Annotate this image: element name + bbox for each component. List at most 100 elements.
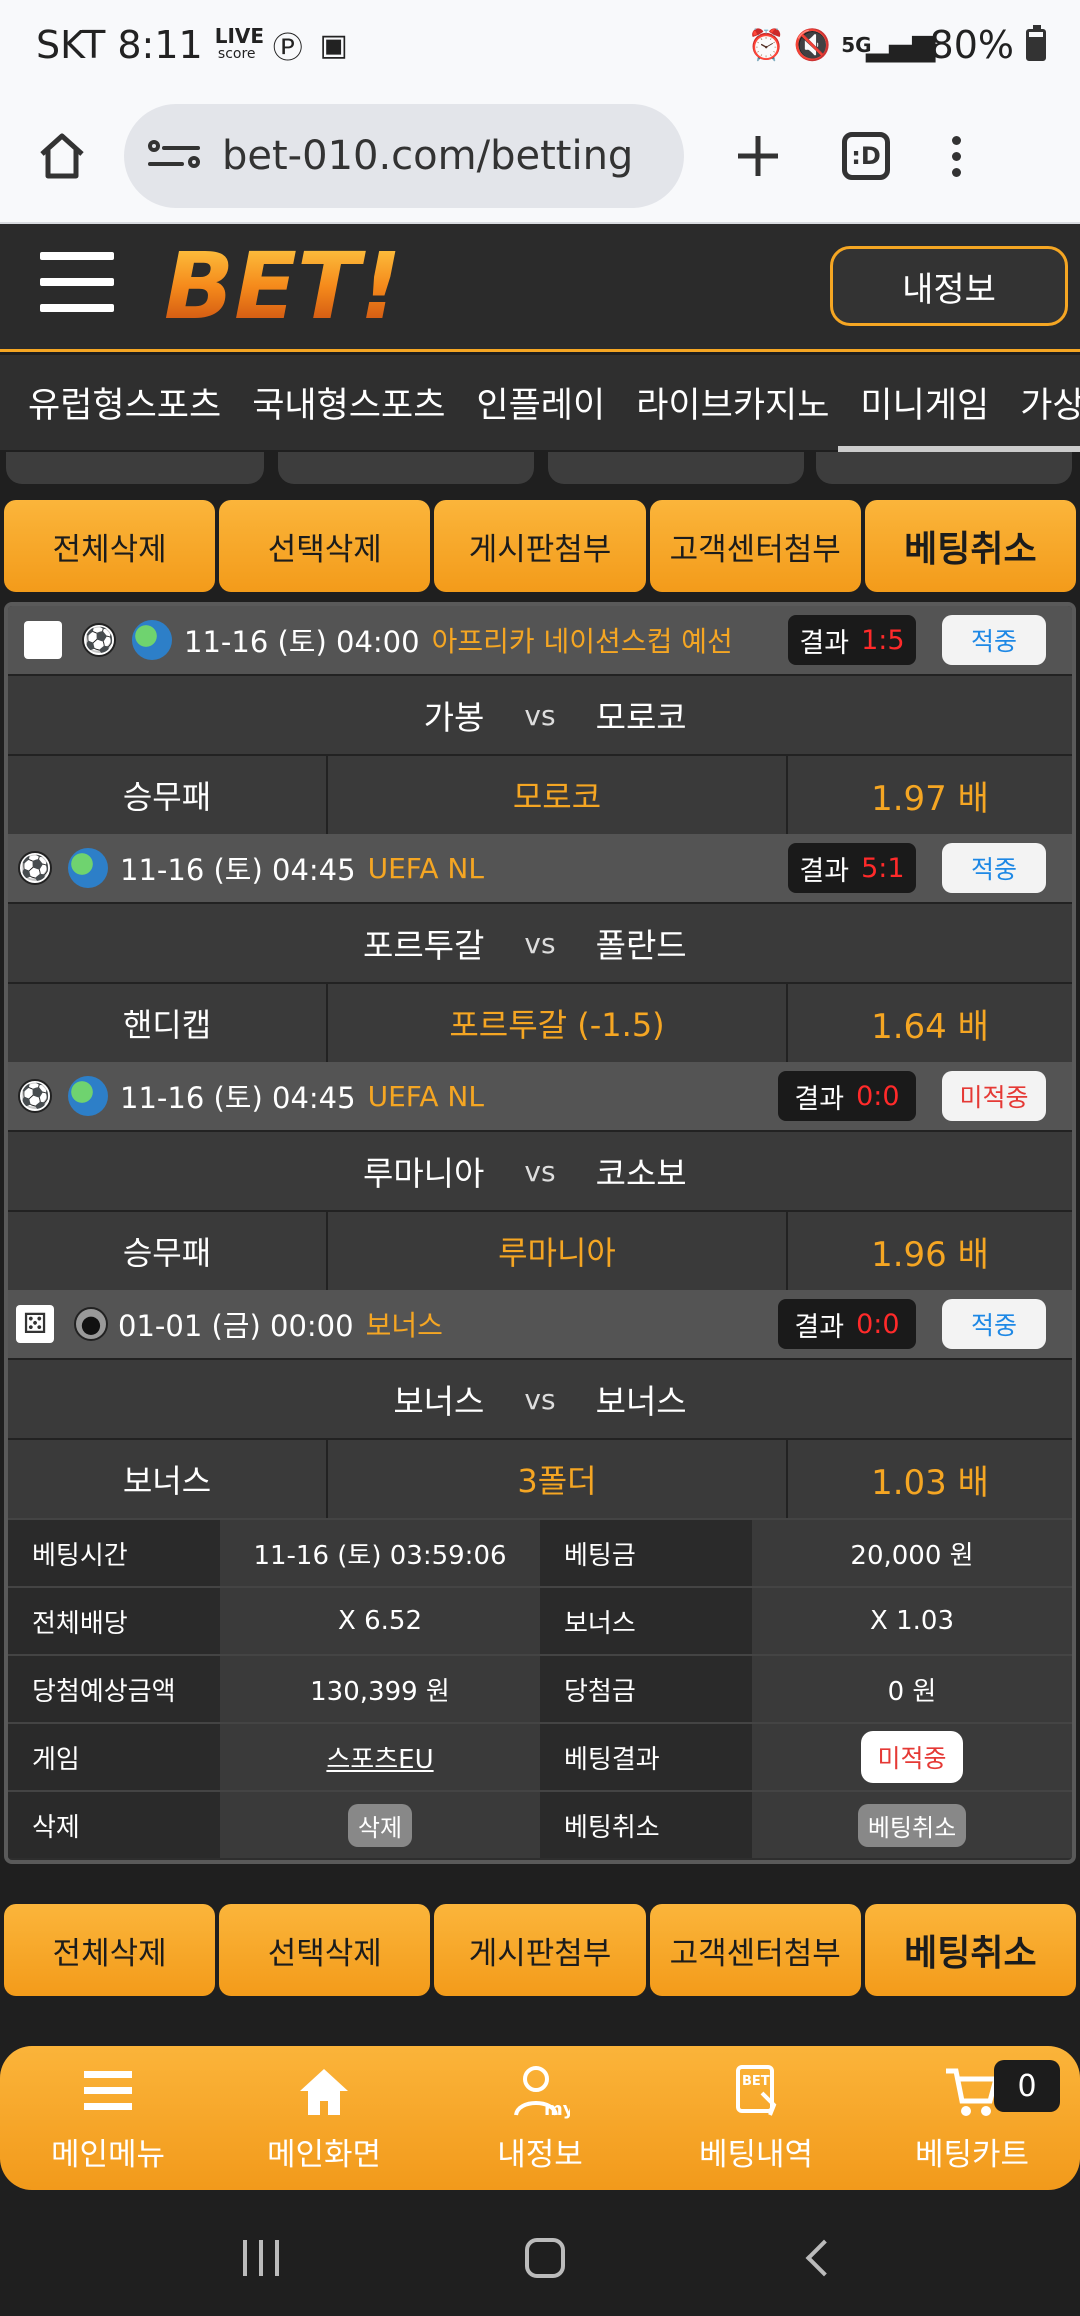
cat-inplay[interactable]: 인플레이 — [476, 377, 605, 428]
nav-myinfo[interactable]: my 내정보 — [432, 2046, 648, 2190]
cancel-bet-button[interactable]: 베팅취소 — [864, 1904, 1077, 1996]
bet-line: 승무패 루마니아 1.96 배 — [8, 1210, 1072, 1290]
result-box: 결과 0:0 — [778, 1071, 916, 1121]
game-header: ⚄ ● 01-01 (금) 00:00 보너스 결과 0:0 적중 — [8, 1290, 1072, 1358]
subtab[interactable] — [278, 452, 534, 484]
subtab[interactable] — [6, 452, 264, 484]
attach-board-button[interactable]: 게시판첨부 — [434, 1904, 646, 1996]
battery-percent: 80% — [929, 23, 1014, 67]
tab-switcher-button[interactable]: :D — [842, 132, 890, 180]
game-league: 보너스 — [365, 1309, 443, 1342]
url-text: bet-010.com/betting — [222, 133, 634, 179]
home-team: 가봉 — [423, 698, 485, 737]
nav-bet-cart[interactable]: 베팅카트 0 — [864, 2046, 1080, 2190]
bet-pick: 루마니아 — [328, 1212, 788, 1290]
globe-icon — [132, 620, 172, 660]
cat-domestic-sports[interactable]: 국내형스포츠 — [252, 377, 445, 428]
attach-support-button[interactable]: 고객센터첨부 — [649, 1904, 861, 1996]
home-icon[interactable] — [30, 124, 94, 188]
system-home-icon[interactable] — [525, 2238, 565, 2278]
bet-type: 보너스 — [8, 1440, 328, 1518]
bet-type: 승무패 — [8, 756, 328, 834]
game-league: UEFA NL — [367, 1079, 484, 1113]
expected-win: 130,399 원 — [220, 1656, 540, 1722]
top-action-row: 전체삭제 선택삭제 게시판첨부 고객센터첨부 베팅취소 — [0, 500, 1080, 592]
bet-time: 11-16 (토) 03:59:06 — [220, 1520, 540, 1586]
bet-odds: 1.03 배 — [788, 1440, 1072, 1518]
bet-summary: 베팅시간 11-16 (토) 03:59:06 베팅금 20,000 원 전체배… — [8, 1518, 1072, 1858]
category-nav: 유럽형스포츠 국내형스포츠 인플레이 라이브카지노 미니게임 가상게임 — [0, 355, 1080, 450]
match-teams: 보너스 vs 보너스 — [8, 1358, 1072, 1438]
svg-text:my: my — [544, 2099, 570, 2119]
bet-odds: 1.96 배 — [788, 1212, 1072, 1290]
cat-minigame[interactable]: 미니게임 — [860, 377, 989, 428]
nav-home[interactable]: 메인화면 — [216, 2046, 432, 2190]
bottom-action-row: 전체삭제 선택삭제 게시판첨부 고객센터첨부 베팅취소 — [0, 1904, 1080, 1996]
delete-bet-button[interactable]: 삭제 — [347, 1803, 413, 1847]
cat-euro-sports[interactable]: 유럽형스포츠 — [28, 377, 221, 428]
site-logo[interactable]: BET! — [164, 236, 454, 336]
game-header: ⚽ 11-16 (토) 04:45 UEFA NL 결과 5:1 적중 — [8, 834, 1072, 902]
home-team: 보너스 — [393, 1382, 485, 1421]
bonus-odds: X 1.03 — [752, 1588, 1072, 1654]
attach-board-button[interactable]: 게시판첨부 — [434, 500, 646, 592]
home-team: 포르투갈 — [362, 926, 485, 965]
bet-history-icon: BET — [736, 2064, 777, 2116]
site-header: BET! 내정보 — [0, 224, 1080, 352]
subtab[interactable] — [548, 452, 804, 484]
home-icon — [300, 2068, 348, 2115]
away-team: 보너스 — [595, 1382, 687, 1421]
subtab[interactable] — [816, 452, 1072, 484]
bet-type: 핸디캡 — [8, 984, 328, 1062]
cancel-bet-small-button[interactable]: 베팅취소 — [857, 1803, 967, 1847]
bet-amount: 20,000 원 — [752, 1520, 1072, 1586]
delete-selected-button[interactable]: 선택삭제 — [219, 500, 431, 592]
more-menu-icon[interactable] — [952, 135, 961, 177]
cat-live-casino[interactable]: 라이브카지노 — [636, 377, 829, 428]
alarm-icon: ⏰ — [747, 27, 785, 63]
new-tab-icon[interactable] — [726, 124, 790, 188]
home-team: 루마니아 — [362, 1154, 485, 1193]
soccer-ball-icon: ⚽ — [18, 1079, 52, 1113]
bet-pick: 3폴더 — [328, 1440, 788, 1518]
result-score: 1:5 — [861, 624, 905, 656]
soccer-ball-icon: ⚽ — [82, 623, 116, 657]
svg-text:BET!: BET! — [164, 236, 402, 336]
nav-main-menu[interactable]: 메인메뉴 — [0, 2046, 216, 2190]
status-badge: 적중 — [942, 1299, 1046, 1349]
game-header: ⚽ 11-16 (토) 04:00 아프리카 네이션스컵 예선 결과 1:5 적중 — [8, 606, 1072, 674]
bet-result-badge: 미적중 — [861, 1731, 963, 1783]
game-link[interactable]: 스포츠EU — [326, 1739, 433, 1776]
delete-all-button[interactable]: 전체삭제 — [4, 500, 216, 592]
game-league: 아프리카 네이션스컵 예선 — [431, 625, 733, 658]
nav-bet-history[interactable]: BET 베팅내역 — [648, 2046, 864, 2190]
attach-support-button[interactable]: 고객센터첨부 — [649, 500, 861, 592]
globe-icon — [68, 848, 108, 888]
recent-apps-icon[interactable] — [243, 2240, 279, 2276]
battery-icon — [1026, 25, 1046, 61]
browser-toolbar: bet-010.com/betting :D — [0, 90, 1080, 224]
select-checkbox[interactable] — [24, 621, 62, 659]
delete-selected-button[interactable]: 선택삭제 — [219, 1904, 431, 1996]
summary-row: 삭제 삭제 베팅취소 베팅취소 — [8, 1790, 1072, 1858]
delete-all-button[interactable]: 전체삭제 — [4, 1904, 216, 1996]
svg-text:BET: BET — [742, 2074, 770, 2089]
match-teams: 루마니아 vs 코소보 — [8, 1130, 1072, 1210]
url-bar[interactable]: bet-010.com/betting — [124, 104, 684, 208]
back-icon[interactable] — [805, 2239, 843, 2277]
summary-row: 전체배당 X 6.52 보너스 X 1.03 — [8, 1586, 1072, 1654]
result-box: 결과 1:5 — [788, 615, 916, 665]
status-bar: SKT 8:11 LIVE score Ⓟ ▣ ⏰ 🔇 5G ▂▄▆ 80% — [0, 0, 1080, 90]
cart-icon — [946, 2068, 1000, 2116]
game-time: 11-16 (토) 04:00 — [184, 625, 420, 659]
away-team: 모로코 — [595, 698, 687, 737]
gallery-icon: ▣ — [319, 27, 348, 63]
cancel-bet-button[interactable]: 베팅취소 — [864, 500, 1077, 592]
myinfo-button[interactable]: 내정보 — [830, 246, 1068, 326]
user-icon: my — [514, 2065, 570, 2119]
site-settings-icon[interactable] — [148, 136, 200, 176]
hamburger-menu-icon[interactable] — [40, 252, 114, 312]
status-badge: 적중 — [942, 615, 1046, 665]
game-time: 01-01 (금) 00:00 — [118, 1309, 354, 1343]
cat-virtual-game[interactable]: 가상게임 — [1020, 377, 1080, 428]
